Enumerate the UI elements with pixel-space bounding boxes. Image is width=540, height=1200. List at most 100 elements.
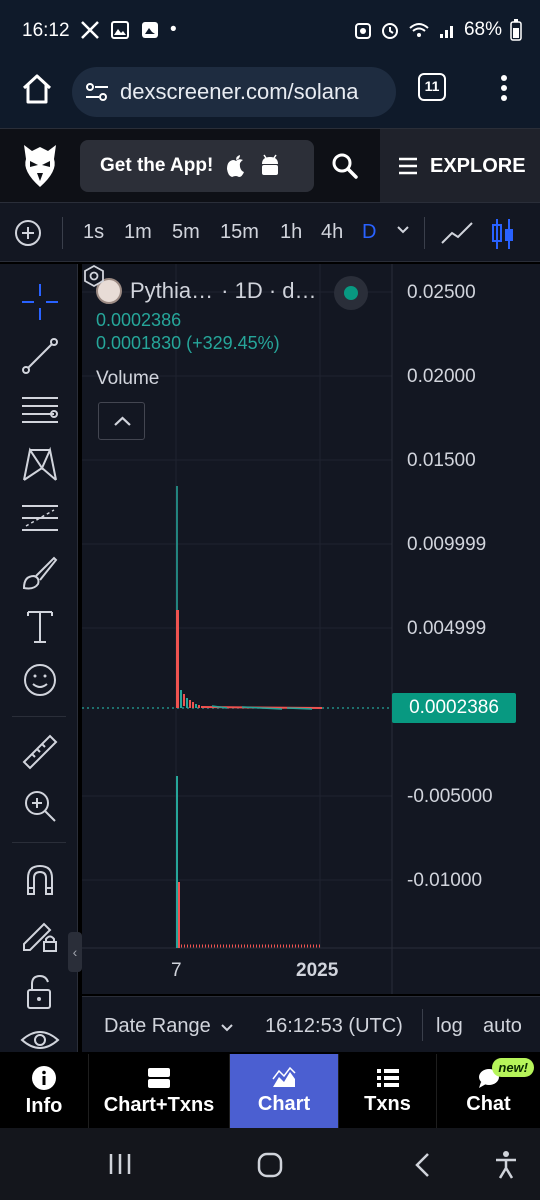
legend-interval: · 1D · d… [221,278,317,303]
live-indicator[interactable] [334,276,368,310]
site-settings-icon[interactable] [84,80,110,104]
magnet-icon[interactable] [20,860,60,900]
trend-line-icon[interactable] [20,336,60,376]
chart-settings-icon[interactable] [82,264,106,288]
chart-bottom-bar: Date Range 16:12:53 (UTC) log auto [82,996,540,1052]
privacy-icon [354,23,371,39]
lock-drawings-icon[interactable] [20,914,60,954]
time-axis-label: 2025 [296,960,339,981]
list-icon [376,1068,399,1087]
unlock-icon[interactable] [20,972,60,1012]
tab-chat[interactable]: new! Chat [437,1054,540,1128]
toolbar-divider [12,842,66,843]
fib-retracement-icon[interactable] [20,498,60,538]
accessibility-icon[interactable] [494,1150,518,1180]
time-axis-label: 7 [171,960,182,981]
price-axis-label: 0.004999 [407,618,487,639]
tab-info[interactable]: Info [0,1054,89,1128]
pattern-tool-icon[interactable] [20,444,60,484]
auto-scale-toggle[interactable]: auto [483,1015,522,1038]
candle-body [186,698,188,708]
get-app-button[interactable]: Get the App! [80,140,314,192]
split-view-icon [148,1067,170,1088]
price-axis-label: -0.005000 [407,786,493,807]
price-chart[interactable]: Pythia… · 1D · d… 0.0002386 0.0001830 (+… [82,264,540,994]
timeframe-1m[interactable]: 1m [124,221,152,244]
timeframe-1d[interactable]: D [362,221,376,244]
zoom-in-icon[interactable] [20,786,60,826]
tab-info-label: Info [25,1094,63,1117]
tab-chart-txns[interactable]: Chart+Txns [89,1054,230,1128]
tab-txns[interactable]: Txns [339,1054,437,1128]
bar-divider [422,1009,423,1041]
back-icon[interactable] [412,1151,432,1179]
volume-bars [176,776,322,948]
alarm-icon [381,23,398,39]
more-options-icon[interactable] [496,70,512,106]
toolbar-divider [12,716,66,717]
tab-chat-label: Chat [466,1092,511,1115]
gallery-icon [111,21,129,39]
timeframe-5m[interactable]: 5m [172,221,200,244]
collapse-toolbar-button[interactable]: ‹ [68,932,82,972]
toolbar-divider [62,217,63,249]
drawing-toolbar [0,264,78,1052]
candle-body [198,705,200,708]
crosshair-icon[interactable] [20,282,60,322]
candle-body [176,610,179,708]
dot-icon: • [170,19,177,40]
price-axis-label: 0.009999 [407,534,487,555]
collapse-legend-button[interactable] [98,402,145,440]
candlestick-icon[interactable] [490,217,516,251]
candle-body [183,694,185,706]
search-icon[interactable] [330,151,360,181]
recent-apps-icon[interactable] [108,1152,132,1176]
utc-clock: 16:12:53 (UTC) [265,1015,403,1037]
browser-toolbar: dexscreener.com/solana 11 [0,62,540,128]
status-time: 16:12 [22,20,70,41]
battery-icon [510,19,522,41]
add-symbol-icon[interactable] [14,219,42,247]
apple-icon [227,155,245,177]
line-chart-icon[interactable] [440,219,474,247]
site-header: Get the App! EXPLORE [0,128,540,203]
candle-body [195,704,197,708]
timeframe-toolbar: 1s 1m 5m 15m 1h 4h D [0,202,540,262]
price-axis-label: 0.02500 [407,282,476,303]
chevron-down-icon[interactable] [220,1023,234,1033]
chevron-down-icon[interactable] [396,225,410,235]
status-bar: 16:12 • 68% [0,0,540,62]
horizontal-lines-icon[interactable] [20,390,60,430]
log-scale-toggle[interactable]: log [436,1015,463,1038]
wifi-icon [409,23,429,37]
brush-icon[interactable] [20,552,60,592]
text-tool-icon[interactable] [20,606,60,646]
home-nav-icon[interactable] [256,1151,284,1179]
candle-body [180,690,182,708]
timeframe-4h[interactable]: 4h [321,221,343,244]
new-badge: new! [492,1058,534,1077]
explore-label: EXPLORE [430,154,526,177]
timeframe-1h[interactable]: 1h [280,221,302,244]
emoji-icon[interactable] [20,660,60,700]
ruler-icon[interactable] [20,732,60,772]
chart-icon [272,1066,296,1087]
address-bar[interactable]: dexscreener.com/solana [72,67,396,117]
candle-body [189,700,191,708]
home-icon[interactable] [20,72,54,106]
timeframe-1s[interactable]: 1s [83,221,104,244]
dexscreener-logo-icon[interactable] [20,141,60,191]
tab-switcher-button[interactable]: 11 [418,73,446,101]
legend-change: 0.0001830 (+329.45%) [96,333,280,353]
date-range-button[interactable]: Date Range [104,1015,211,1038]
get-app-label: Get the App! [100,155,214,176]
signal-icon [439,26,453,38]
x-app-icon [81,21,99,39]
price-axis-label: 0.02000 [407,366,476,387]
timeframe-15m[interactable]: 15m [220,221,259,244]
explore-menu-button[interactable]: EXPLORE [380,129,540,203]
price-axis-label: 0.01500 [407,450,476,471]
tab-chart-txns-label: Chart+Txns [103,1093,215,1116]
volume-bar [176,776,178,948]
tab-chart[interactable]: Chart [230,1054,339,1128]
